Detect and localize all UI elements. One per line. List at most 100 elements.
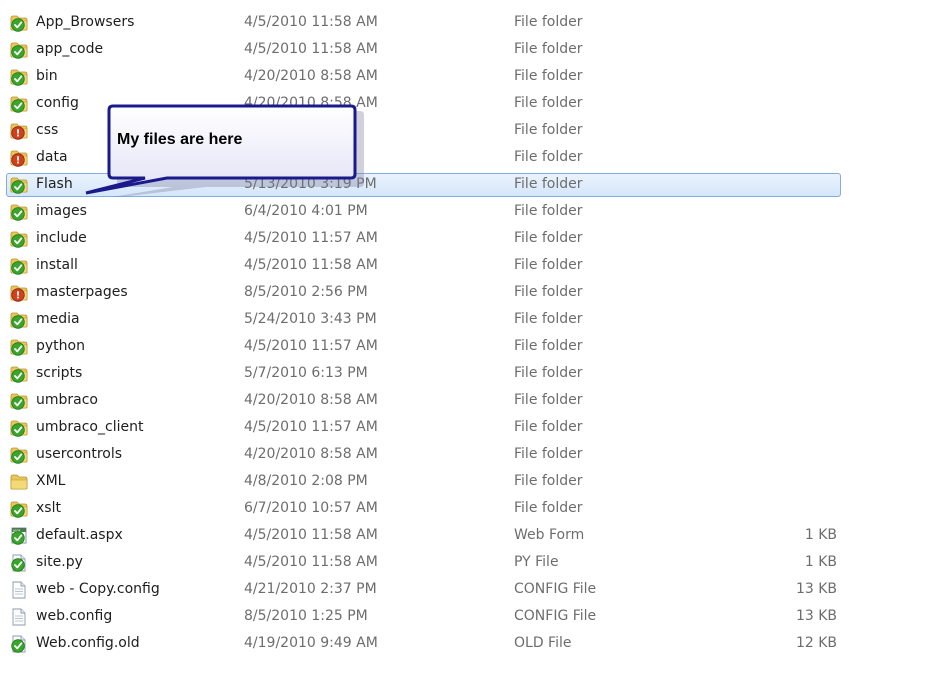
selection-highlight <box>6 173 841 197</box>
file-row-masterpages[interactable]: masterpages 8/5/2010 2:56 PM File folder <box>0 280 932 307</box>
file-type: File folder <box>514 500 583 516</box>
folder-check-icon <box>10 311 28 329</box>
file-name: umbraco_client <box>36 419 144 435</box>
date-modified: 4/19/2010 9:49 AM <box>244 635 378 651</box>
folder-conflict-icon <box>10 122 28 140</box>
file-row-media[interactable]: media 5/24/2010 3:43 PM File folder <box>0 307 932 334</box>
file-type: File folder <box>514 41 583 57</box>
file-row-config[interactable]: config 4/20/2010 8:58 AM File folder <box>0 91 932 118</box>
file-name: XML <box>36 473 66 489</box>
file-row-umbraco[interactable]: umbraco 4/20/2010 8:58 AM File folder <box>0 388 932 415</box>
folder-icon <box>10 473 28 491</box>
file-name: scripts <box>36 365 83 381</box>
file-row-xml[interactable]: XML 4/8/2010 2:08 PM File folder <box>0 469 932 496</box>
folder-check-icon <box>10 95 28 113</box>
folder-check-icon <box>10 446 28 464</box>
file-type: Web Form <box>514 527 585 543</box>
file-row-web-copy-config[interactable]: web - Copy.config 4/21/2010 2:37 PM CONFIG… <box>0 577 932 604</box>
folder-check-icon <box>10 338 28 356</box>
file-row-web-config[interactable]: web.config 8/5/2010 1:25 PM CONFIG File 13 … <box>0 604 932 631</box>
file-row-bin[interactable]: bin 4/20/2010 8:58 AM File folder <box>0 64 932 91</box>
file-type: File folder <box>514 473 583 489</box>
file-type: File folder <box>514 257 583 273</box>
file-type: File folder <box>514 149 583 165</box>
date-modified: 5/24/2010 3:43 PM <box>244 311 377 327</box>
folder-check-icon <box>10 203 28 221</box>
file-row-python[interactable]: python 4/5/2010 11:57 AM File folder <box>0 334 932 361</box>
file-name: include <box>36 230 87 246</box>
file-type: File folder <box>514 95 583 111</box>
date-modified: 8/5/2010 1:25 PM <box>244 608 368 624</box>
date-modified: 4/5/2010 11:58 AM <box>244 41 378 57</box>
file-name: app_code <box>36 41 104 57</box>
folder-check-icon <box>10 68 28 86</box>
date-modified: 6/4/2010 4:01 PM <box>244 203 368 219</box>
file-name: bin <box>36 68 58 84</box>
file-name: css <box>36 122 59 138</box>
file-type: File folder <box>514 122 583 138</box>
file-row-scripts[interactable]: scripts 5/7/2010 6:13 PM File folder <box>0 361 932 388</box>
folder-check-icon <box>10 419 28 437</box>
file-size: 13 KB <box>795 581 837 597</box>
file-type: PY File <box>514 554 559 570</box>
file-row-default-aspx[interactable]: aspx default.aspx 4/5/2010 11:58 AM Web For… <box>0 523 932 550</box>
date-modified: 4/5/2010 11:58 AM <box>244 554 378 570</box>
file-type: File folder <box>514 338 583 354</box>
file-row-data[interactable]: data File folder <box>0 145 932 172</box>
file-row-app-code[interactable]: app_code 4/5/2010 11:58 AM File folder <box>0 37 932 64</box>
file-name: App_Browsers <box>36 14 135 30</box>
file-name: web.config <box>36 608 113 624</box>
date-modified: 8/5/2010 2:56 PM <box>244 284 368 300</box>
date-modified: 4/5/2010 11:58 AM <box>244 14 378 30</box>
date-modified: 5/13/2010 3:19 PM <box>244 176 377 192</box>
date-modified: 4/5/2010 11:57 AM <box>244 230 378 246</box>
file-type: File folder <box>514 68 583 84</box>
file-type: File folder <box>514 446 583 462</box>
date-modified: 4/20/2010 8:58 AM <box>244 446 378 462</box>
file-row-app-browsers[interactable]: App_Browsers 4/5/2010 11:58 AM File folder <box>0 10 932 37</box>
file-name: python <box>36 338 85 354</box>
file-row-images[interactable]: images 6/4/2010 4:01 PM File folder <box>0 199 932 226</box>
file-row-include[interactable]: include 4/5/2010 11:57 AM File folder <box>0 226 932 253</box>
document-icon <box>10 581 28 599</box>
folder-check-icon <box>10 14 28 32</box>
file-row-xslt[interactable]: xslt 6/7/2010 10:57 AM File folder <box>0 496 932 523</box>
file-type: CONFIG File <box>514 581 597 597</box>
file-name: default.aspx <box>36 527 123 543</box>
file-check-icon <box>10 635 28 653</box>
file-size: 1 KB <box>804 527 837 543</box>
file-name: site.py <box>36 554 83 570</box>
folder-conflict-icon <box>10 149 28 167</box>
file-row-usercontrols[interactable]: usercontrols 4/20/2010 8:58 AM File folder <box>0 442 932 469</box>
file-row-flash[interactable]: Flash 5/13/2010 3:19 PM File folder <box>0 172 932 199</box>
file-name: Web.config.old <box>36 635 140 651</box>
file-row-umbraco-client[interactable]: umbraco_client 4/5/2010 11:57 AM File fold… <box>0 415 932 442</box>
file-name: Flash <box>36 176 73 192</box>
folder-check-icon <box>10 365 28 383</box>
folder-check-icon <box>10 230 28 248</box>
date-modified: 6/7/2010 10:57 AM <box>244 500 378 516</box>
file-type: File folder <box>514 203 583 219</box>
date-modified: 4/21/2010 2:37 PM <box>244 581 377 597</box>
file-row-install[interactable]: install 4/5/2010 11:58 AM File folder <box>0 253 932 280</box>
file-type: OLD File <box>514 635 572 651</box>
file-row-site-py[interactable]: site.py 4/5/2010 11:58 AM PY File 1 KB <box>0 550 932 577</box>
file-name: config <box>36 95 79 111</box>
file-type: File folder <box>514 365 583 381</box>
file-row-web-config-old[interactable]: Web.config.old 4/19/2010 9:49 AM OLD File 1… <box>0 631 932 658</box>
document-icon <box>10 608 28 626</box>
date-modified: 4/5/2010 11:57 AM <box>244 419 378 435</box>
date-modified: 4/8/2010 2:08 PM <box>244 473 368 489</box>
date-modified: 4/20/2010 8:58 AM <box>244 68 378 84</box>
file-type: File folder <box>514 419 583 435</box>
file-check-icon <box>10 554 28 572</box>
folder-conflict-icon <box>10 284 28 302</box>
file-row-css[interactable]: css File folder <box>0 118 932 145</box>
file-name: images <box>36 203 87 219</box>
folder-check-icon <box>10 257 28 275</box>
file-name: masterpages <box>36 284 128 300</box>
date-modified: 4/5/2010 11:58 AM <box>244 527 378 543</box>
file-type: File folder <box>514 14 583 30</box>
file-name: data <box>36 149 68 165</box>
file-name: web - Copy.config <box>36 581 160 597</box>
